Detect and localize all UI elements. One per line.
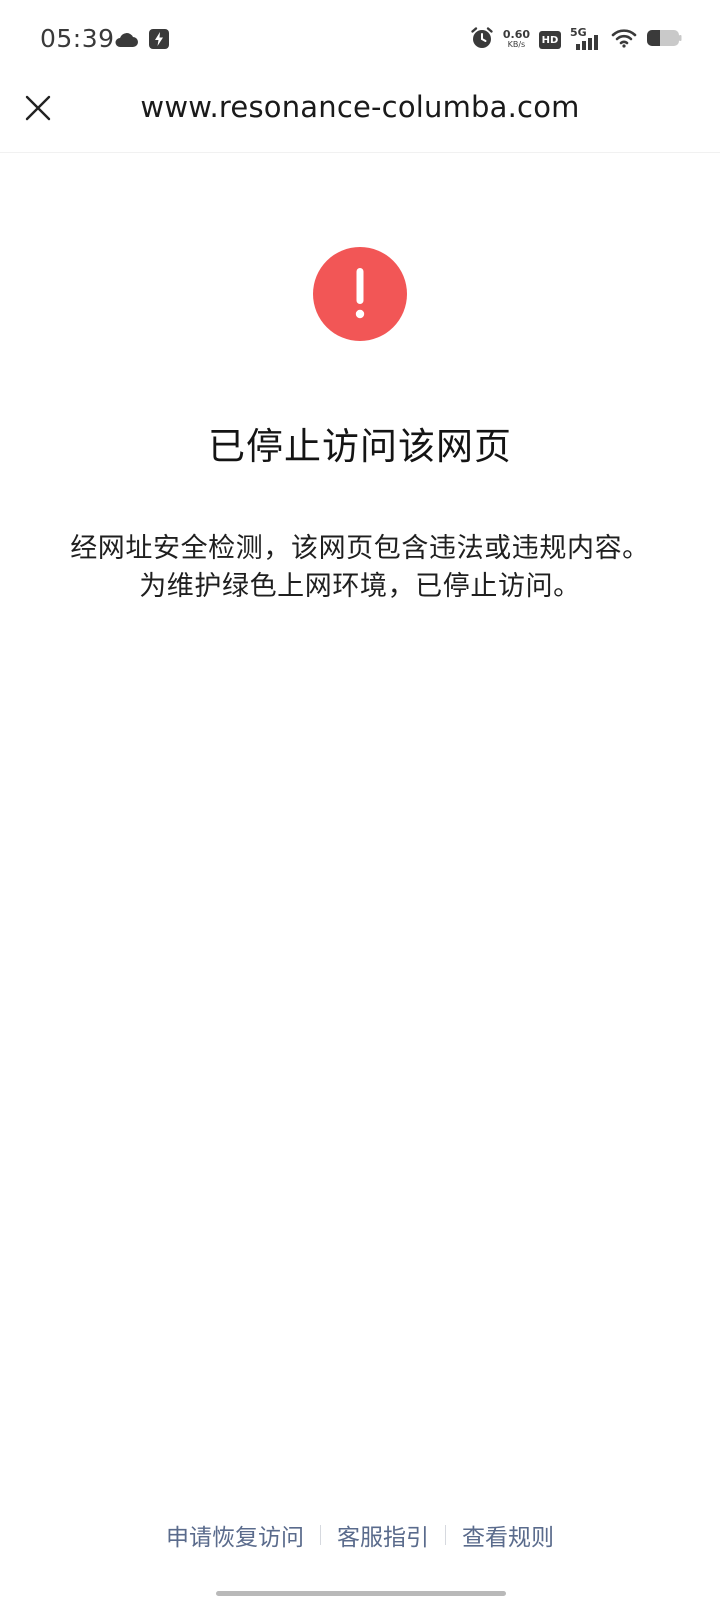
wifi-icon [611,28,637,52]
top-bar: www.resonance-columba.com [0,78,720,153]
signal-5g-icon: 5G [570,26,602,52]
view-rules-link[interactable]: 查看规则 [460,1518,556,1552]
net-speed-value: 0.60 [502,28,530,41]
status-time: 05:39 [40,24,115,53]
close-button[interactable] [14,86,62,134]
appeal-link[interactable]: 申请恢复访问 [164,1518,306,1552]
footer-divider [445,1525,446,1545]
hd-label: HD [541,34,559,46]
status-right-icons: 0.60 KB/s HD 5G [470,26,682,54]
status-bar: 05:39 0.60 KB/s HD 5G [0,0,720,78]
footer-links: 申请恢复访问 客服指引 查看规则 [0,1518,720,1552]
exclamation-icon [312,246,408,342]
flash-icon [148,28,170,54]
page-url-title: www.resonance-columba.com [140,90,580,124]
battery-icon [646,28,682,52]
page-title: 已停止访问该网页 [208,425,512,468]
customer-service-link[interactable]: 客服指引 [335,1518,431,1552]
hd-icon: HD [539,31,561,49]
net-speed: 0.60 KB/s [502,28,530,50]
net-speed-unit: KB/s [507,40,526,49]
home-indicator[interactable] [216,1591,506,1596]
footer-divider [320,1525,321,1545]
close-icon [24,94,52,126]
alert-badge [312,246,408,342]
alarm-icon [470,26,494,54]
status-left-icons [114,28,170,54]
block-description: 经网址安全检测，该网页包含违法或违规内容。为维护绿色上网环境，已停止访问。 [70,533,650,602]
cloud-icon [114,30,138,52]
